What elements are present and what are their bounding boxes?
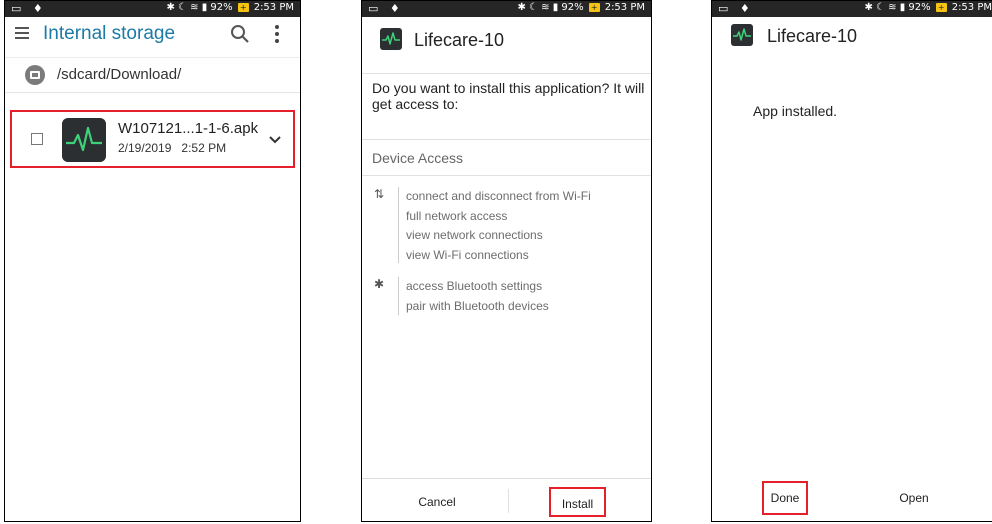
install-status-message: App installed. (753, 103, 838, 119)
heartbeat-app-icon (731, 24, 753, 46)
status-right-icons: ✱ ☾ ≋ ▮ 92% + 2:53 PM (864, 2, 992, 13)
divider (362, 175, 651, 176)
status-left-icons: ▭ ♦ (368, 2, 404, 15)
divider (362, 73, 651, 74)
app-installed-screen: ▭ ♦ ✱ ☾ ≋ ▮ 92% + 2:53 PM Lifecare-10 Ap… (711, 0, 992, 522)
permission-group-network: ⇅ connect and disconnect from Wi-Fi full… (362, 187, 651, 267)
status-left-icons: ▭ ♦ (718, 2, 754, 15)
installer-button-bar: Cancel Install (362, 478, 651, 521)
permission-item: pair with Bluetooth devices (406, 298, 549, 313)
battery-charging-icon: + (588, 3, 600, 12)
battery-charging-icon: + (237, 3, 249, 12)
app-name: Lifecare-10 (414, 30, 505, 50)
battery-charging-icon: + (935, 3, 947, 12)
done-button[interactable]: Done (762, 481, 808, 515)
open-button[interactable]: Open (884, 483, 944, 513)
permission-item: full network access (406, 208, 508, 223)
search-icon[interactable] (230, 24, 250, 46)
menu-icon[interactable] (15, 27, 29, 40)
app-bar: Internal storage (5, 17, 300, 58)
divider (398, 187, 399, 263)
heartbeat-app-icon (380, 28, 402, 50)
app-name: Lifecare-10 (767, 26, 858, 46)
breadcrumb-path: /sdcard/Download/ (57, 66, 182, 83)
status-bar: ▭ ♦ ✱ ☾ ≋ ▮ 92% + 2:53 PM (712, 1, 992, 17)
app-header: Lifecare-10 (362, 17, 651, 55)
cancel-button[interactable]: Cancel (397, 487, 477, 517)
status-right-icons: ✱ ☾ ≋ ▮ 92% + 2:53 PM (517, 2, 645, 13)
section-device-access: Device Access (372, 150, 464, 166)
permission-item: access Bluetooth settings (406, 279, 543, 293)
permission-item: view Wi-Fi connections (406, 247, 529, 262)
apk-file-row[interactable]: W107121...1-1-6.apk 2/19/2019 2:52 PM (10, 110, 295, 168)
install-permissions-screen: ▭ ♦ ✱ ☾ ≋ ▮ 92% + 2:53 PM Lifecare-10 Do… (361, 0, 652, 522)
status-bar: ▭ ♦ ✱ ☾ ≋ ▮ 92% + 2:53 PM (362, 1, 651, 17)
install-question: Do you want to install this application?… (372, 80, 645, 112)
divider (362, 139, 651, 140)
page-title: Internal storage (43, 23, 176, 44)
permission-item: connect and disconnect from Wi-Fi (406, 189, 591, 203)
install-button[interactable]: Install (549, 487, 606, 517)
file-date: 2/19/2019 2:52 PM (118, 141, 227, 155)
more-options-icon[interactable] (273, 25, 281, 45)
storage-icon (25, 65, 45, 85)
status-time: 2:53 PM (604, 2, 645, 13)
permission-list: access Bluetooth settings pair with Blue… (406, 277, 549, 316)
app-header: Lifecare-10 (712, 17, 992, 55)
file-name: W107121...1-1-6.apk (118, 120, 259, 137)
file-checkbox[interactable] (31, 133, 43, 145)
divider (398, 277, 399, 315)
chevron-down-icon[interactable] (268, 132, 282, 144)
file-manager-screen: ▭ ♦ ✱ ☾ ≋ ▮ 92% + 2:53 PM Internal stora… (4, 0, 301, 522)
status-left-icons: ▭ ♦ (11, 2, 47, 15)
permission-list: connect and disconnect from Wi-Fi full n… (406, 187, 591, 265)
status-bar: ▭ ♦ ✱ ☾ ≋ ▮ 92% + 2:53 PM (5, 1, 300, 17)
installed-button-bar: Done Open (712, 479, 992, 521)
permission-item: view network connections (406, 228, 543, 242)
bluetooth-icon: ✱ (374, 277, 385, 291)
breadcrumb: /sdcard/Download/ (5, 58, 300, 93)
status-time: 2:53 PM (253, 2, 294, 13)
heartbeat-app-icon (62, 118, 106, 162)
divider (508, 489, 509, 513)
network-arrows-icon: ⇅ (374, 187, 385, 201)
status-right-icons: ✱ ☾ ≋ ▮ 92% + 2:53 PM (166, 2, 294, 13)
status-time: 2:53 PM (951, 2, 992, 13)
permission-group-bluetooth: ✱ access Bluetooth settings pair with Bl… (362, 277, 651, 317)
